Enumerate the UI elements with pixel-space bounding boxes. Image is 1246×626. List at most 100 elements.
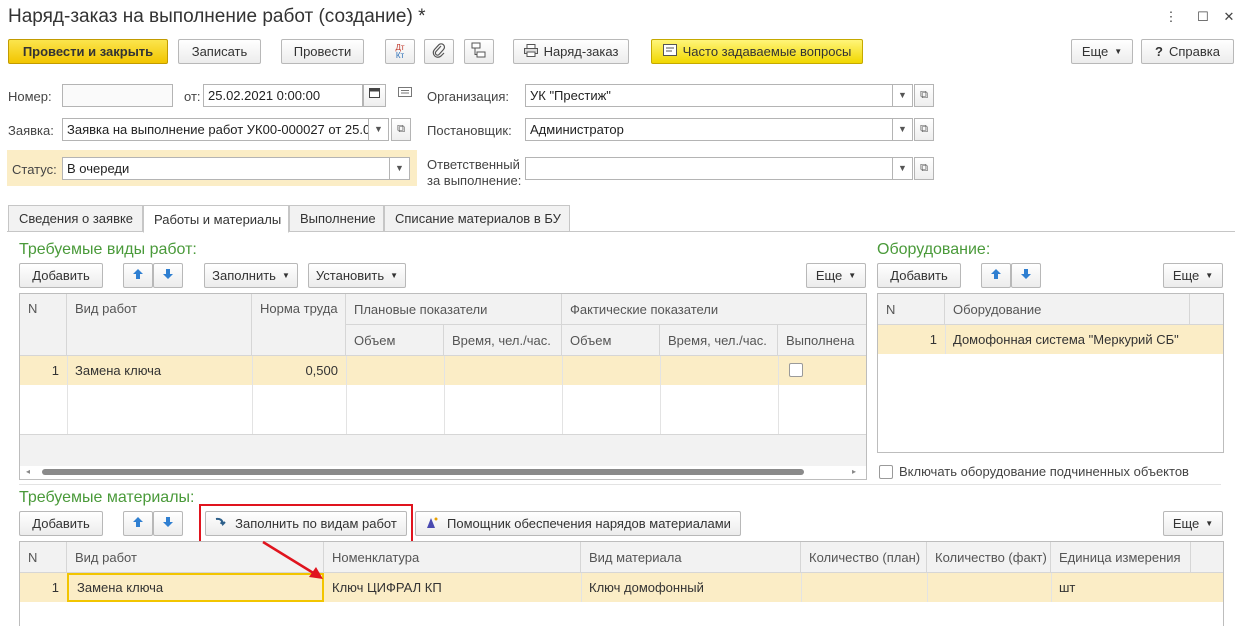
organization-dropdown-icon[interactable]: ▼ xyxy=(893,84,913,107)
request-dropdown-icon[interactable]: ▼ xyxy=(369,118,389,141)
organization-label: Организация: xyxy=(427,89,510,104)
works-row-work-type[interactable]: Замена ключа xyxy=(67,356,252,385)
materials-header-nomenclature[interactable]: Номенклатура xyxy=(324,542,581,573)
save-button[interactable]: Записать xyxy=(178,39,261,64)
number-label: Номер: xyxy=(8,89,52,104)
materials-row-unit[interactable]: шт xyxy=(1051,573,1191,602)
status-field[interactable]: В очереди xyxy=(62,157,390,180)
more-options-icon[interactable]: ⋮ xyxy=(1162,8,1180,26)
materials-header-qty-fact[interactable]: Количество (факт) xyxy=(927,542,1051,573)
more-button[interactable]: Еще ▼ xyxy=(1071,39,1133,64)
works-more-button[interactable]: Еще ▼ xyxy=(806,263,866,288)
organization-open-icon[interactable]: ⧉ xyxy=(914,84,934,107)
materials-header-unit[interactable]: Единица измерения xyxy=(1051,542,1191,573)
responsible-label: Ответственный за выполнение: xyxy=(427,157,521,189)
help-button[interactable]: ? Справка xyxy=(1141,39,1234,64)
request-field[interactable]: Заявка на выполнение работ УК00-000027 о… xyxy=(62,118,369,141)
arrow-down-icon xyxy=(162,516,174,531)
materials-row-nomenclature[interactable]: Ключ ЦИФРАЛ КП xyxy=(324,573,581,602)
print-order-button[interactable]: Наряд-заказ xyxy=(513,39,629,64)
equipment-header-name[interactable]: Оборудование xyxy=(945,294,1190,325)
arrow-up-icon xyxy=(990,268,1002,283)
materials-section-title: Требуемые материалы: xyxy=(19,489,195,506)
materials-header-qty-plan[interactable]: Количество (план) xyxy=(801,542,927,573)
equipment-row-name[interactable]: Домофонная система "Меркурий СБ" xyxy=(945,325,1190,354)
structure-button[interactable] xyxy=(464,39,494,64)
works-section-title: Требуемые виды работ: xyxy=(19,241,197,258)
tab-request-info[interactable]: Сведения о заявке xyxy=(8,205,143,232)
request-open-icon[interactable]: ⧉ xyxy=(391,118,411,141)
materials-row-n: 1 xyxy=(51,580,59,595)
comment-icon[interactable] xyxy=(398,87,412,102)
equipment-header-filler xyxy=(1190,294,1223,325)
date-field[interactable]: 25.02.2021 0:00:00 xyxy=(203,84,363,107)
setter-dropdown-icon[interactable]: ▼ xyxy=(893,118,913,141)
works-header-work-type[interactable]: Вид работ xyxy=(67,294,252,356)
equipment-add-button[interactable]: Добавить xyxy=(877,263,961,288)
tab-execution[interactable]: Выполнение xyxy=(289,205,384,232)
works-row-done-checkbox[interactable] xyxy=(789,363,803,377)
responsible-dropdown-icon[interactable]: ▼ xyxy=(893,157,913,180)
include-subordinate-checkbox[interactable] xyxy=(879,465,893,479)
materials-header-material-type[interactable]: Вид материала xyxy=(581,542,801,573)
works-set-label: Установить xyxy=(315,268,385,283)
materials-move-up-button[interactable] xyxy=(123,511,153,536)
materials-row-qty-plan[interactable] xyxy=(801,573,927,602)
arrow-up-icon xyxy=(132,516,144,531)
works-header-actual: Фактические показатели xyxy=(562,294,866,325)
works-header-time-fact[interactable]: Время, чел./час. xyxy=(660,325,778,356)
equipment-more-button[interactable]: Еще ▼ xyxy=(1163,263,1223,288)
works-header-volume-fact[interactable]: Объем xyxy=(562,325,660,356)
works-set-button[interactable]: Установить ▼ xyxy=(308,263,406,288)
status-dropdown-icon[interactable]: ▼ xyxy=(390,157,410,180)
setter-open-icon[interactable]: ⧉ xyxy=(914,118,934,141)
equipment-table: N Оборудование 1 Домофонная система "Мер… xyxy=(877,293,1224,453)
materials-add-button[interactable]: Добавить xyxy=(19,511,103,536)
works-fill-button[interactable]: Заполнить ▼ xyxy=(204,263,298,288)
works-header-time-plan[interactable]: Время, чел./час. xyxy=(444,325,562,356)
works-header-done[interactable]: Выполнена xyxy=(778,325,866,356)
close-icon[interactable]: ✕ xyxy=(1220,8,1238,26)
help-label: Справка xyxy=(1168,44,1220,59)
works-row-norm[interactable]: 0,500 xyxy=(252,356,346,385)
materials-row-qty-fact[interactable] xyxy=(927,573,1051,602)
works-horizontal-scrollbar[interactable] xyxy=(42,469,804,475)
equipment-move-down-button[interactable] xyxy=(1011,263,1041,288)
materials-more-button[interactable]: Еще ▼ xyxy=(1163,511,1223,536)
paperclip-icon xyxy=(432,42,446,61)
setter-field[interactable]: Администратор xyxy=(525,118,893,141)
works-move-up-button[interactable] xyxy=(123,263,153,288)
scroll-right-icon[interactable]: ▸ xyxy=(852,467,856,476)
scroll-left-icon[interactable]: ◂ xyxy=(26,467,30,476)
works-add-button[interactable]: Добавить xyxy=(19,263,103,288)
tab-works-materials[interactable]: Работы и материалы xyxy=(143,205,289,233)
tab-write-off[interactable]: Списание материалов в БУ xyxy=(384,205,570,232)
equipment-move-up-button[interactable] xyxy=(981,263,1011,288)
chevron-down-icon: ▼ xyxy=(281,271,290,280)
works-header-norm[interactable]: Норма труда xyxy=(252,294,346,356)
equipment-row-n: 1 xyxy=(929,332,937,347)
faq-icon xyxy=(662,44,677,59)
organization-field[interactable]: УК "Престиж" xyxy=(525,84,893,107)
attach-button[interactable] xyxy=(424,39,454,64)
post-button[interactable]: Провести xyxy=(281,39,364,64)
materials-row-material-type[interactable]: Ключ домофонный xyxy=(581,573,801,602)
materials-move-down-button[interactable] xyxy=(153,511,183,536)
number-field[interactable] xyxy=(62,84,173,107)
post-and-close-button[interactable]: Провести и закрыть xyxy=(8,39,168,64)
works-header-volume-plan[interactable]: Объем xyxy=(346,325,444,356)
chevron-down-icon: ▼ xyxy=(848,271,857,280)
faq-button[interactable]: Часто задаваемые вопросы xyxy=(651,39,863,64)
calendar-button[interactable] xyxy=(363,84,386,107)
works-move-down-button[interactable] xyxy=(153,263,183,288)
responsible-open-icon[interactable]: ⧉ xyxy=(914,157,934,180)
responsible-field[interactable] xyxy=(525,157,893,180)
materials-helper-button[interactable]: Помощник обеспечения нарядов материалами xyxy=(415,511,741,536)
dt-kt-button[interactable]: Дт Кт xyxy=(385,39,415,64)
maximize-icon[interactable]: ☐ xyxy=(1194,8,1212,26)
faq-label: Часто задаваемые вопросы xyxy=(682,44,852,59)
works-header-planned: Плановые показатели xyxy=(346,294,562,325)
responsible-label-line1: Ответственный xyxy=(427,157,520,172)
works-row-n: 1 xyxy=(51,363,59,378)
section-divider xyxy=(19,484,1221,485)
